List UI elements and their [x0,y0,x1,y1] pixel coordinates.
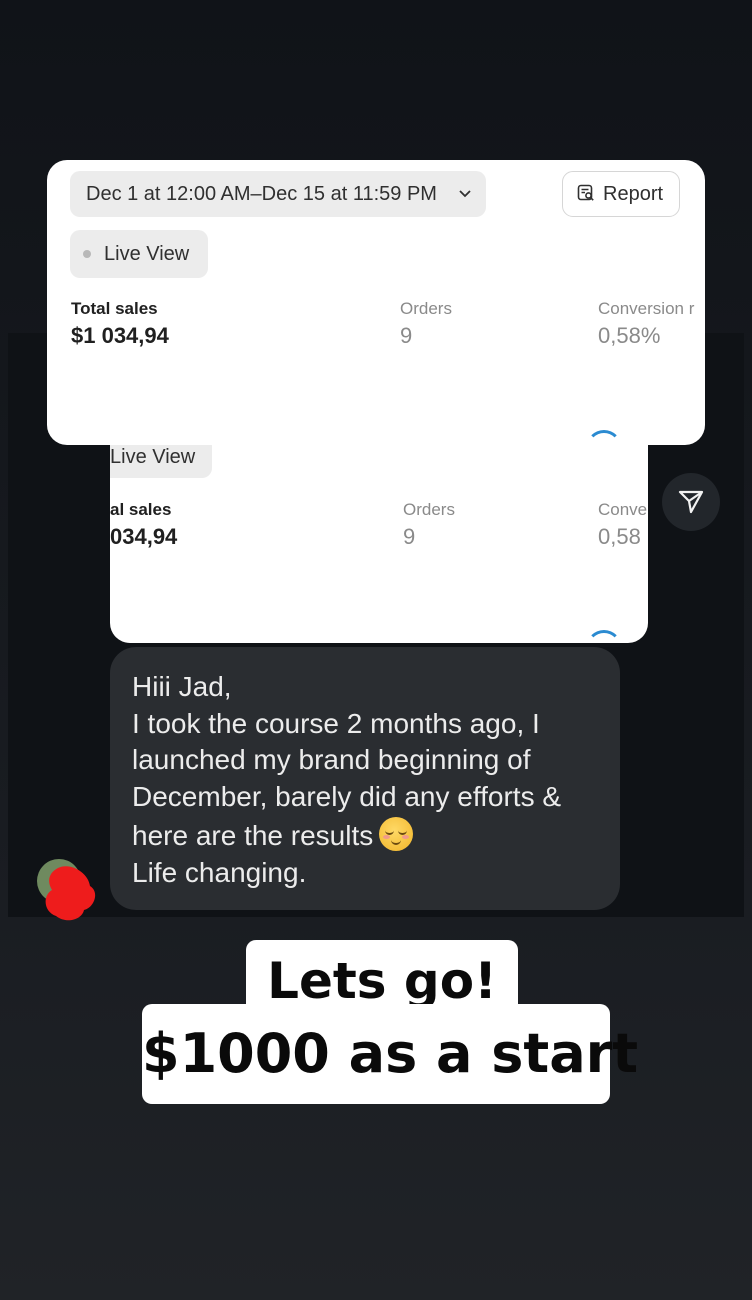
conversion-label-back: Conve [598,500,648,519]
report-icon [577,184,595,202]
orders-value: 9 [400,323,413,348]
send-icon [677,488,705,521]
date-range-label: Dec 1 at 12:00 AM–Dec 15 at 11:59 PM [86,183,437,205]
message-line: Life changing. [132,857,307,888]
relieved-face-emoji-icon [379,817,414,851]
loading-spinner-icon [586,430,622,466]
conversion-label: Conversion r [598,299,695,318]
chevron-down-icon [458,186,472,203]
loading-spinner-icon [586,630,622,643]
caption-sticker-line2: $1000 as a start [142,1004,639,1104]
orders-label: Orders [400,299,452,318]
total-sales-value-back: 034,94 [110,524,178,549]
total-sales-value: $1 034,94 [71,323,169,348]
live-view-label: Live View [104,243,190,265]
total-sales-label-back: al sales [110,500,172,519]
report-label: Report [603,183,664,205]
conversion-value: 0,58% [598,323,661,348]
message-line: here are the results [132,817,414,852]
dashboard-screenshot-back: Live View al sales 034,94 Orders 9 Conve… [110,430,648,643]
live-view-button[interactable]: Live View [70,230,208,278]
orders-value-back: 9 [403,524,416,549]
caption-line2: $1000 as a start [142,1022,639,1085]
redaction-scribble [45,866,96,921]
message-bubble: Hiii Jad, I took the course 2 months ago… [110,647,620,910]
live-status-dot [83,250,91,258]
live-view-label-back: Live View [110,446,196,468]
message-line: launched my brand beginning of [132,744,531,775]
date-range-selector[interactable]: Dec 1 at 12:00 AM–Dec 15 at 11:59 PM [70,171,486,217]
share-button[interactable] [662,473,720,531]
dashboard-screenshot-front: Dec 1 at 12:00 AM–Dec 15 at 11:59 PM Rep… [47,160,705,445]
caption-line1: Lets go! [267,952,497,1010]
message-line: I took the course 2 months ago, I [132,708,540,739]
message-line: December, barely did any efforts & [132,781,562,812]
total-sales-label: Total sales [71,299,158,318]
report-button[interactable]: Report [562,171,680,217]
orders-label-back: Orders [403,500,455,519]
conversion-value-back: 0,58 [598,524,641,549]
message-line: Hiii Jad, [132,671,232,702]
